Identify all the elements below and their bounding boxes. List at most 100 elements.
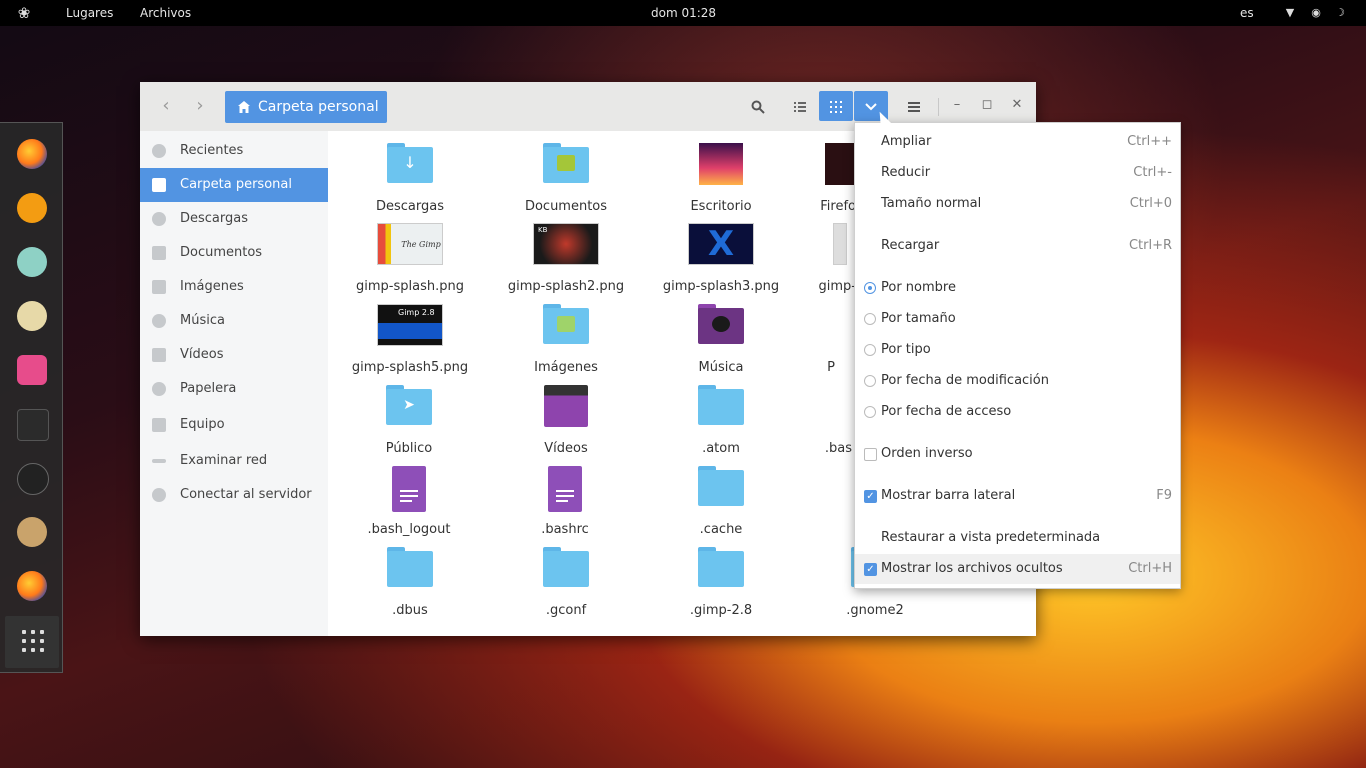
sidebar-item-equipo[interactable]: Equipo bbox=[140, 408, 328, 442]
normal-size-item[interactable]: Tamaño normal Ctrl+0 bbox=[855, 189, 1180, 219]
file-item[interactable]: .bashrc bbox=[490, 462, 640, 540]
reload-item[interactable]: Recargar Ctrl+R bbox=[855, 231, 1180, 261]
sort-by-atime-radio[interactable]: Por fecha de acceso bbox=[855, 397, 1180, 427]
forward-button[interactable]: › bbox=[190, 96, 210, 116]
sidebar-item-imagenes[interactable]: Imágenes bbox=[140, 270, 328, 304]
file-item[interactable]: ➤ Público bbox=[334, 381, 484, 459]
file-item[interactable]: .gconf bbox=[491, 543, 641, 621]
file-name: Público bbox=[385, 441, 433, 456]
menu-item-label: Recargar bbox=[881, 238, 940, 253]
file-item[interactable]: Vídeos bbox=[491, 381, 641, 459]
show-hidden-files-checkbox[interactable]: ✓ Mostrar los archivos ocultos Ctrl+H bbox=[855, 554, 1180, 584]
file-name: .gnome2 bbox=[846, 603, 904, 618]
file-item[interactable]: The Gimp gimp-splash.png bbox=[335, 219, 485, 297]
file-name: Documentos bbox=[524, 199, 608, 214]
file-item[interactable]: Escritorio bbox=[646, 139, 796, 217]
gimp-icon[interactable] bbox=[17, 193, 47, 223]
sidebar-item-servidor[interactable]: Conectar al servidor bbox=[140, 478, 328, 512]
file-item[interactable]: Gimp 2.8 gimp-splash5.png bbox=[335, 300, 485, 378]
radio-icon bbox=[864, 313, 876, 325]
menu-item-label: Por fecha de modificación bbox=[881, 373, 1049, 388]
show-applications-button[interactable] bbox=[5, 616, 59, 668]
file-item[interactable]: P bbox=[778, 300, 858, 378]
image-thumbnail bbox=[833, 223, 847, 265]
sidebar-item-label: Descargas bbox=[180, 211, 249, 226]
file-name: .bash_logout bbox=[367, 522, 451, 537]
zoom-out-item[interactable]: Reducir Ctrl+- bbox=[855, 158, 1180, 188]
maximize-button[interactable]: ◻ bbox=[978, 96, 996, 114]
path-bar-home-button[interactable]: Carpeta personal bbox=[225, 91, 387, 123]
reverse-order-checkbox[interactable]: Orden inverso bbox=[855, 439, 1180, 469]
minimize-button[interactable]: – bbox=[948, 96, 966, 114]
image-thumbnail: The Gimp bbox=[377, 223, 443, 265]
file-item[interactable]: gimp- bbox=[778, 219, 858, 297]
color-picker-icon[interactable] bbox=[17, 463, 49, 495]
file-name: .gimp-2.8 bbox=[689, 603, 753, 618]
header-separator bbox=[938, 98, 939, 116]
zoom-in-item[interactable]: Ampliar Ctrl++ bbox=[855, 127, 1180, 157]
firefox-running-icon[interactable] bbox=[17, 571, 47, 601]
file-name: gimp-splash.png bbox=[356, 279, 464, 294]
file-item[interactable]: .bas bbox=[778, 381, 858, 459]
sidebar-item-home[interactable]: Carpeta personal bbox=[140, 168, 328, 202]
sidebar-item-papelera[interactable]: Papelera bbox=[140, 372, 328, 406]
volume-icon[interactable]: ◉ bbox=[1309, 6, 1323, 20]
file-item[interactable]: ↓ Descargas bbox=[335, 139, 485, 217]
sidebar-item-label: Conectar al servidor bbox=[180, 487, 312, 502]
sidebar-item-musica[interactable]: Música bbox=[140, 304, 328, 338]
home-icon bbox=[152, 178, 166, 192]
file-name: .dbus bbox=[392, 603, 428, 618]
file-item[interactable]: .bash_logout bbox=[334, 462, 484, 540]
sidebar-item-descargas[interactable]: Descargas bbox=[140, 202, 328, 236]
list-view-button[interactable] bbox=[784, 91, 816, 121]
atom-icon[interactable] bbox=[17, 247, 47, 277]
camera-app-icon[interactable] bbox=[17, 355, 47, 385]
file-name: Descargas bbox=[375, 199, 444, 214]
places-menu[interactable]: Lugares bbox=[66, 6, 113, 20]
sort-by-size-radio[interactable]: Por tamaño bbox=[855, 304, 1180, 334]
terminal-icon[interactable] bbox=[17, 409, 49, 441]
sidebar-item-label: Examinar red bbox=[180, 453, 268, 468]
pictures-folder-icon bbox=[543, 304, 589, 344]
menu-button[interactable] bbox=[898, 91, 930, 121]
back-button[interactable]: ‹ bbox=[156, 96, 176, 116]
file-item[interactable]: Firefo bbox=[778, 139, 858, 217]
clock[interactable]: dom 01:28 bbox=[651, 6, 716, 20]
sidebar-item-label: Carpeta personal bbox=[180, 177, 292, 192]
file-item[interactable]: X gimp-splash3.png bbox=[646, 219, 796, 297]
sort-by-mtime-radio[interactable]: Por fecha de modificación bbox=[855, 366, 1180, 396]
close-button[interactable]: ✕ bbox=[1008, 96, 1026, 114]
file-item[interactable]: KB gimp-splash2.png bbox=[491, 219, 641, 297]
show-sidebar-checkbox[interactable]: ✓ Mostrar barra lateral F9 bbox=[855, 481, 1180, 511]
music-folder-icon bbox=[698, 304, 744, 344]
menu-accel: Ctrl+0 bbox=[1129, 196, 1172, 211]
archive-icon[interactable] bbox=[17, 517, 47, 547]
grid-view-button[interactable] bbox=[819, 91, 853, 121]
file-item[interactable]: Documentos bbox=[491, 139, 641, 217]
activities-icon[interactable]: ❀ bbox=[14, 4, 34, 22]
sort-by-type-radio[interactable]: Por tipo bbox=[855, 335, 1180, 365]
sidebar-item-recientes[interactable]: Recientes bbox=[140, 134, 328, 168]
sidebar-item-documentos[interactable]: Documentos bbox=[140, 236, 328, 270]
language-indicator[interactable]: es bbox=[1240, 6, 1254, 20]
restore-default-view-item[interactable]: Restaurar a vista predeterminada bbox=[855, 523, 1180, 553]
wifi-icon[interactable]: ▼ bbox=[1283, 6, 1297, 20]
power-icon[interactable]: ☽ bbox=[1333, 6, 1347, 20]
firefox-icon[interactable] bbox=[17, 139, 47, 169]
file-item[interactable]: .dbus bbox=[335, 543, 485, 621]
settings-icon[interactable] bbox=[17, 301, 47, 331]
file-item[interactable]: .gimp-2.8 bbox=[646, 543, 796, 621]
files-app-menu[interactable]: Archivos bbox=[140, 6, 191, 20]
search-button[interactable] bbox=[742, 91, 774, 121]
file-name: .gconf bbox=[545, 603, 587, 618]
sidebar-item-red[interactable]: Examinar red bbox=[140, 444, 328, 478]
network-icon bbox=[152, 459, 166, 463]
file-item[interactable]: Imágenes bbox=[491, 300, 641, 378]
sidebar-item-videos[interactable]: Vídeos bbox=[140, 338, 328, 372]
file-item[interactable]: .cache bbox=[646, 462, 796, 540]
menu-item-label: Mostrar los archivos ocultos bbox=[881, 561, 1063, 576]
image-thumbnail: Gimp 2.8 bbox=[377, 304, 443, 346]
desktop-folder-icon bbox=[699, 143, 743, 185]
sort-by-name-radio[interactable]: Por nombre bbox=[855, 273, 1180, 303]
file-name: gimp-splash5.png bbox=[351, 360, 469, 375]
